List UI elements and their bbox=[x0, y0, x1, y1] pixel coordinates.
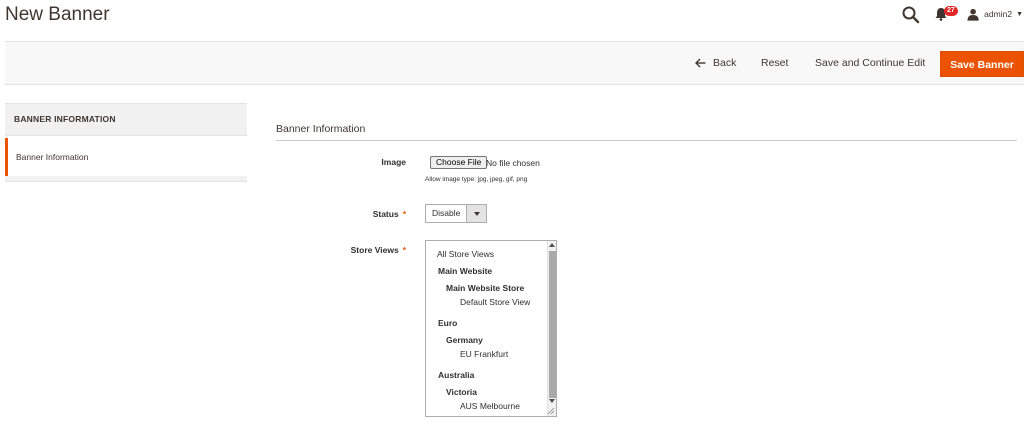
store-option-victoria: Victoria bbox=[446, 387, 478, 397]
back-label: Back bbox=[713, 57, 737, 69]
arrow-left-icon bbox=[695, 58, 706, 68]
user-menu[interactable]: admin2 ▼ bbox=[967, 5, 1023, 23]
store-views-label-text: Store Views bbox=[350, 245, 399, 255]
scroll-thumb[interactable] bbox=[549, 251, 556, 398]
store-views-label: Store Views * bbox=[276, 245, 406, 255]
save-and-continue-button[interactable]: Save and Continue Edit bbox=[815, 42, 925, 84]
resize-grip-icon[interactable] bbox=[547, 407, 555, 415]
save-banner-button[interactable]: Save Banner bbox=[940, 51, 1024, 77]
notification-badge: 27 bbox=[944, 6, 958, 16]
store-views-multiselect[interactable]: All Store Views Main Website Main Websit… bbox=[425, 240, 557, 417]
reset-button[interactable]: Reset bbox=[761, 42, 788, 84]
store-option-euro: Euro bbox=[438, 318, 458, 328]
store-option-germany: Germany bbox=[446, 335, 483, 345]
sidebar-tabs: BANNER INFORMATION Banner Information bbox=[5, 103, 247, 182]
triangle-down-icon bbox=[473, 211, 480, 216]
caret-down-icon: ▼ bbox=[1016, 10, 1023, 18]
status-label-text: Status bbox=[372, 209, 399, 219]
sidebar-item-banner-information[interactable]: Banner Information bbox=[5, 138, 247, 176]
search-icon[interactable] bbox=[901, 5, 921, 25]
store-option-main-website-store: Main Website Store bbox=[446, 283, 525, 293]
section-title: Banner Information bbox=[276, 123, 366, 135]
status-label: Status * bbox=[276, 209, 406, 219]
sidebar-divider bbox=[5, 176, 247, 182]
status-dropdown-toggle[interactable] bbox=[466, 205, 486, 222]
username: admin2 bbox=[984, 9, 1013, 19]
section-divider bbox=[276, 140, 1017, 141]
store-option-aus-melbourne[interactable]: AUS Melbourne bbox=[460, 401, 520, 411]
scroll-down-arrow-icon[interactable] bbox=[549, 399, 555, 403]
image-label: Image bbox=[276, 157, 406, 167]
image-label-text: Image bbox=[381, 157, 406, 167]
choose-file-button[interactable]: Choose File bbox=[430, 156, 488, 169]
store-option-eu-frankfurt[interactable]: EU Frankfurt bbox=[460, 349, 508, 359]
user-icon bbox=[967, 8, 979, 21]
page-actions-bar: Back Reset Save and Continue Edit Save B… bbox=[5, 41, 1024, 85]
store-option-default-store-view[interactable]: Default Store View bbox=[460, 297, 530, 307]
required-star: * bbox=[402, 245, 406, 255]
status-value: Disable bbox=[432, 208, 461, 218]
scroll-up-arrow-icon[interactable] bbox=[549, 243, 555, 247]
store-option-main-website: Main Website bbox=[438, 266, 493, 276]
status-select[interactable]: Disable bbox=[425, 204, 487, 223]
store-option-all-store-views[interactable]: All Store Views bbox=[437, 249, 494, 259]
image-type-hint: Allow image type: jpg, jpeg, gif, png bbox=[425, 176, 528, 183]
notifications-button[interactable]: 27 bbox=[935, 5, 959, 25]
sidebar-title: BANNER INFORMATION bbox=[5, 103, 247, 136]
store-option-australia: Australia bbox=[438, 370, 475, 380]
file-status-text: No file chosen bbox=[486, 158, 540, 168]
page-title: New Banner bbox=[5, 4, 110, 25]
back-button[interactable]: Back bbox=[695, 42, 736, 84]
store-views-scrollbar[interactable] bbox=[547, 241, 556, 416]
required-star: * bbox=[402, 209, 406, 219]
